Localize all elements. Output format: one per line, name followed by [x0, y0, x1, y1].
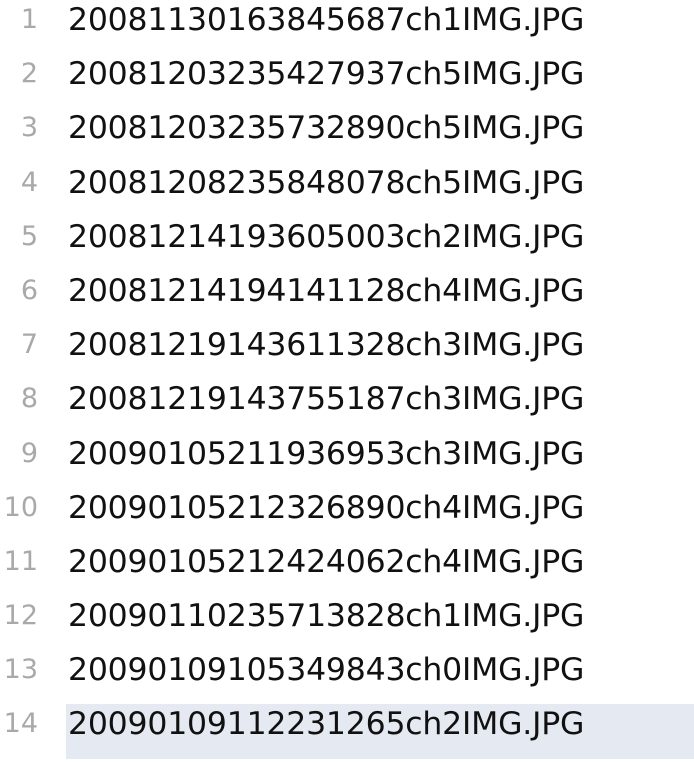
- line-text[interactable]: 20081214194141128ch4IMG.JPG: [68, 271, 584, 311]
- editor-line-5[interactable]: 5 20081214193605003ch2IMG.JPG: [0, 217, 694, 271]
- line-text[interactable]: 20090105212424062ch4IMG.JPG: [68, 542, 584, 582]
- editor-lines[interactable]: 1 20081130163845687ch1IMG.JPG 2 20081203…: [0, 0, 694, 759]
- editor-line-12[interactable]: 12 20090110235713828ch1IMG.JPG: [0, 596, 694, 650]
- line-number: 11: [3, 545, 38, 577]
- line-number: 13: [3, 654, 38, 686]
- editor-line-8[interactable]: 8 20081219143755187ch3IMG.JPG: [0, 379, 694, 433]
- line-text[interactable]: 20081219143755187ch3IMG.JPG: [68, 379, 584, 419]
- editor-line-10[interactable]: 10 20090105212326890ch4IMG.JPG: [0, 488, 694, 542]
- line-number: 7: [20, 329, 38, 361]
- line-text[interactable]: 20081214193605003ch2IMG.JPG: [68, 217, 584, 257]
- editor-line-6[interactable]: 6 20081214194141128ch4IMG.JPG: [0, 271, 694, 325]
- editor-line-11[interactable]: 11 20090105212424062ch4IMG.JPG: [0, 542, 694, 596]
- line-text[interactable]: 20090109105349843ch0IMG.JPG: [68, 650, 584, 690]
- line-number: 2: [20, 58, 38, 90]
- line-text[interactable]: 20090109112231265ch2IMG.JPG: [68, 704, 584, 744]
- line-text[interactable]: 20090105212326890ch4IMG.JPG: [68, 488, 584, 528]
- editor-line-2[interactable]: 2 20081203235427937ch5IMG.JPG: [0, 54, 694, 108]
- editor-line-13[interactable]: 13 20090109105349843ch0IMG.JPG: [0, 650, 694, 704]
- line-number: 1: [20, 4, 38, 35]
- line-text[interactable]: 20081203235732890ch5IMG.JPG: [68, 108, 584, 148]
- line-text[interactable]: 20081219143611328ch3IMG.JPG: [68, 325, 584, 365]
- line-number: 12: [3, 600, 38, 632]
- line-text[interactable]: 20081203235427937ch5IMG.JPG: [68, 54, 584, 94]
- line-number: 8: [20, 383, 38, 415]
- line-text[interactable]: 20081130163845687ch1IMG.JPG: [68, 0, 584, 40]
- editor-line-14-current[interactable]: 14 20090109112231265ch2IMG.JPG: [0, 704, 694, 759]
- line-text[interactable]: 20081208235848078ch5IMG.JPG: [68, 163, 584, 203]
- line-number: 5: [20, 220, 38, 252]
- line-number: 6: [20, 274, 38, 306]
- text-editor[interactable]: 1 20081130163845687ch1IMG.JPG 2 20081203…: [0, 0, 694, 762]
- line-number: 9: [20, 437, 38, 469]
- editor-line-4[interactable]: 4 20081208235848078ch5IMG.JPG: [0, 163, 694, 217]
- editor-line-3[interactable]: 3 20081203235732890ch5IMG.JPG: [0, 108, 694, 162]
- editor-line-7[interactable]: 7 20081219143611328ch3IMG.JPG: [0, 325, 694, 379]
- line-text[interactable]: 20090105211936953ch3IMG.JPG: [68, 434, 584, 474]
- line-number: 10: [3, 491, 38, 523]
- editor-line-9[interactable]: 9 20090105211936953ch3IMG.JPG: [0, 434, 694, 488]
- line-number: 3: [20, 112, 38, 144]
- line-number: 4: [20, 166, 38, 198]
- line-number: 14: [3, 708, 38, 740]
- editor-line-1[interactable]: 1 20081130163845687ch1IMG.JPG: [0, 0, 694, 54]
- line-text[interactable]: 20090110235713828ch1IMG.JPG: [68, 596, 584, 636]
